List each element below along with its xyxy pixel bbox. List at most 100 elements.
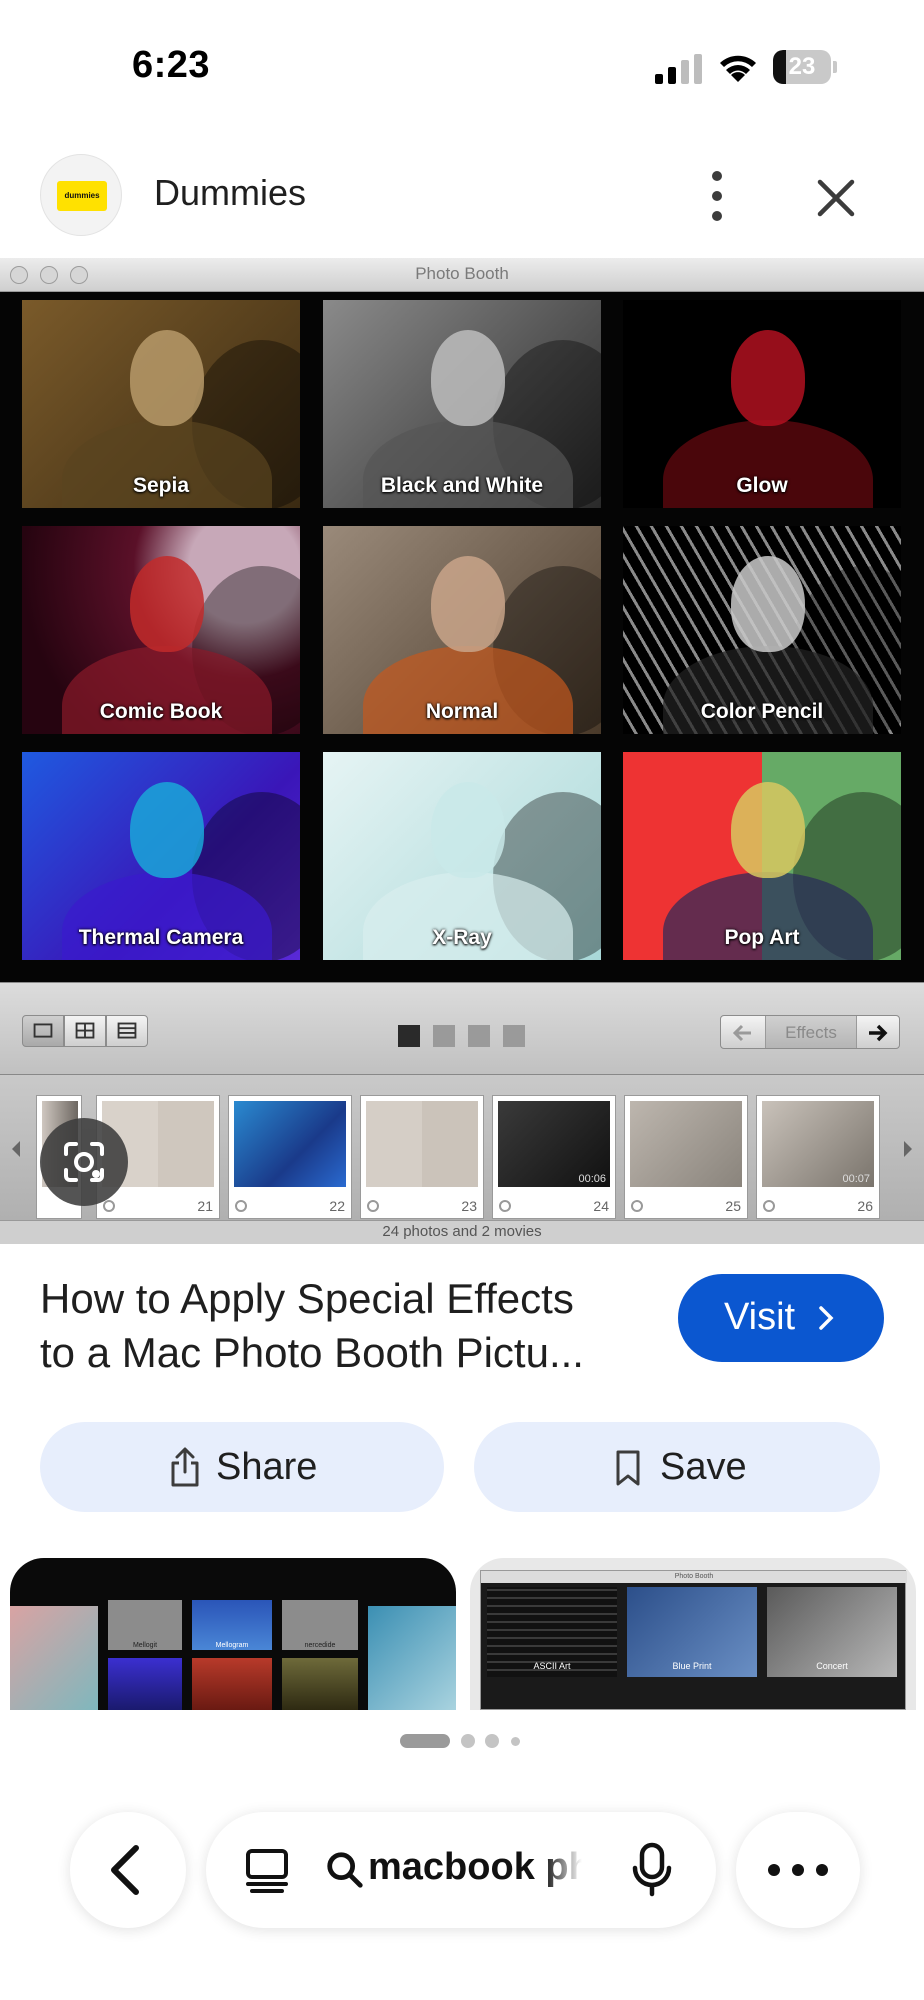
chevron-left-icon (111, 1845, 139, 1895)
thumbnail-strip: 21 22 23 00:06 24 25 00:07 26 (0, 1074, 924, 1220)
search-icon (327, 1852, 363, 1888)
thumbnail-image: 00:07 (762, 1101, 874, 1187)
tile-subject-face (130, 330, 204, 426)
effect-tile-thermal-camera: Thermal Camera (22, 752, 300, 960)
effect-tile-sepia: Sepia (22, 300, 300, 508)
back-button[interactable] (70, 1812, 186, 1928)
save-label: Save (660, 1446, 747, 1488)
more-horizontal-icon (768, 1864, 828, 1876)
result-title-line: to a Mac Photo Booth Pictu... (40, 1329, 584, 1376)
photo-booth-toolbar: Effects (0, 982, 924, 1086)
result-title[interactable]: How to Apply Special Effects to a Mac Ph… (40, 1272, 640, 1380)
thumbnail: 23 (360, 1095, 484, 1219)
effect-tile-glow: Glow (623, 300, 901, 508)
effect-label: Pop Art (724, 926, 800, 949)
thumbnail-badge-icon (763, 1200, 775, 1212)
thumbnail: 25 (624, 1095, 748, 1219)
effect-tile-color-pencil: Color Pencil (623, 526, 901, 734)
movie-duration: 00:07 (842, 1173, 870, 1185)
effects-label: Effects (765, 1016, 857, 1048)
effect-tile-normal: Normal (323, 526, 601, 734)
carousel-page-indicator (485, 1734, 499, 1748)
effect-tile-x-ray: X-Ray (323, 752, 601, 960)
grid-view-button (64, 1015, 106, 1047)
effects-page-dot (503, 1025, 525, 1047)
thumbnail-image (630, 1101, 742, 1187)
more-options-icon[interactable] (700, 168, 734, 224)
related-image-2[interactable]: Photo Booth ASCII Art Blue Print Concert (470, 1558, 916, 1710)
visit-button[interactable]: Visit (678, 1274, 884, 1362)
share-label: Share (216, 1446, 318, 1488)
tile-subject-face (431, 556, 505, 652)
thumbnail-image (366, 1101, 478, 1187)
close-icon[interactable] (808, 170, 864, 226)
source-logo[interactable]: dummies (40, 154, 122, 236)
effect-label: Black and White (380, 474, 544, 497)
tile-subject-face (130, 556, 204, 652)
effects-grid: Sepia Black and White Glow Comic Book Normal… (0, 292, 924, 982)
thumbnail-number: 23 (461, 1198, 477, 1214)
related-thumb-label: ASCII Art (533, 1661, 571, 1671)
battery-icon: 23 (773, 50, 837, 84)
arrow-right-icon (869, 1024, 888, 1042)
strip-view-button (106, 1015, 148, 1047)
tile-subject-face (431, 782, 505, 878)
result-image[interactable]: Photo Booth Sepia Black and White Glow Comi… (0, 258, 924, 1244)
strip-right-arrow-icon (904, 1141, 912, 1157)
effects-page-dot (433, 1025, 455, 1047)
carousel-page-indicator (400, 1734, 450, 1748)
effect-label: X-Ray (432, 926, 492, 949)
dummies-logo: dummies (57, 181, 107, 211)
share-icon (171, 1447, 199, 1487)
source-name[interactable]: Dummies (154, 172, 306, 214)
bookmark-icon (616, 1450, 640, 1486)
effects-switcher: Effects (720, 1015, 900, 1049)
effect-label: Glow (736, 474, 788, 497)
effect-tile-black-and-white: Black and White (323, 300, 601, 508)
visual-search-button[interactable] (40, 1118, 128, 1206)
result-title-line: How to Apply Special Effects (40, 1275, 574, 1322)
battery-level: 23 (788, 53, 816, 80)
related-thumb-label: Blue Print (672, 1661, 712, 1671)
thumbnail-number: 25 (725, 1198, 741, 1214)
search-query[interactable]: macbook photo booth (368, 1846, 582, 1889)
related-image-1[interactable]: Mellogit Mellogram nercedide (10, 1558, 456, 1710)
strip-left-arrow-icon (12, 1141, 20, 1157)
share-button[interactable]: Share (40, 1422, 444, 1512)
tile-subject-face (731, 782, 805, 878)
tile-subject-face (731, 556, 805, 652)
effect-label: Thermal Camera (78, 926, 244, 949)
thumbnail-number: 21 (197, 1198, 213, 1214)
effect-label: Sepia (132, 474, 190, 497)
tile-subject-face (130, 782, 204, 878)
thumbnail-number: 22 (329, 1198, 345, 1214)
single-view-button (22, 1015, 64, 1047)
lens-icon (64, 1142, 104, 1182)
visit-label: Visit (724, 1296, 796, 1338)
window-title: Photo Booth (415, 264, 509, 283)
save-button[interactable]: Save (474, 1422, 880, 1512)
related-thumb-label: nercedide (304, 1642, 336, 1649)
effects-page-dot (398, 1025, 420, 1047)
thumbnail-number: 24 (593, 1198, 609, 1214)
effects-page-dot (468, 1025, 490, 1047)
thumbnail-badge-icon (499, 1200, 511, 1212)
tile-subject-face (431, 330, 505, 426)
chevron-right-icon (819, 1306, 834, 1330)
tile-subject-face (731, 330, 805, 426)
thumbnail-image (234, 1101, 346, 1187)
microphone-icon[interactable] (630, 1842, 674, 1898)
tabs-icon[interactable] (242, 1845, 292, 1895)
thumbnail-badge-icon (631, 1200, 643, 1212)
thumbnail: 00:06 24 (492, 1095, 616, 1219)
search-bar[interactable]: macbook photo booth (206, 1812, 716, 1928)
related-thumb-label: Concert (816, 1661, 848, 1671)
photo-count-status: 24 photos and 2 movies (0, 1220, 924, 1244)
thumbnail: 22 (228, 1095, 352, 1219)
arrow-left-icon (732, 1024, 751, 1042)
more-menu-button[interactable] (736, 1812, 860, 1928)
thumbnail-badge-icon (235, 1200, 247, 1212)
status-time: 6:23 (132, 44, 211, 86)
window-titlebar: Photo Booth (0, 258, 924, 292)
effect-tile-pop-art: Pop Art (623, 752, 901, 960)
